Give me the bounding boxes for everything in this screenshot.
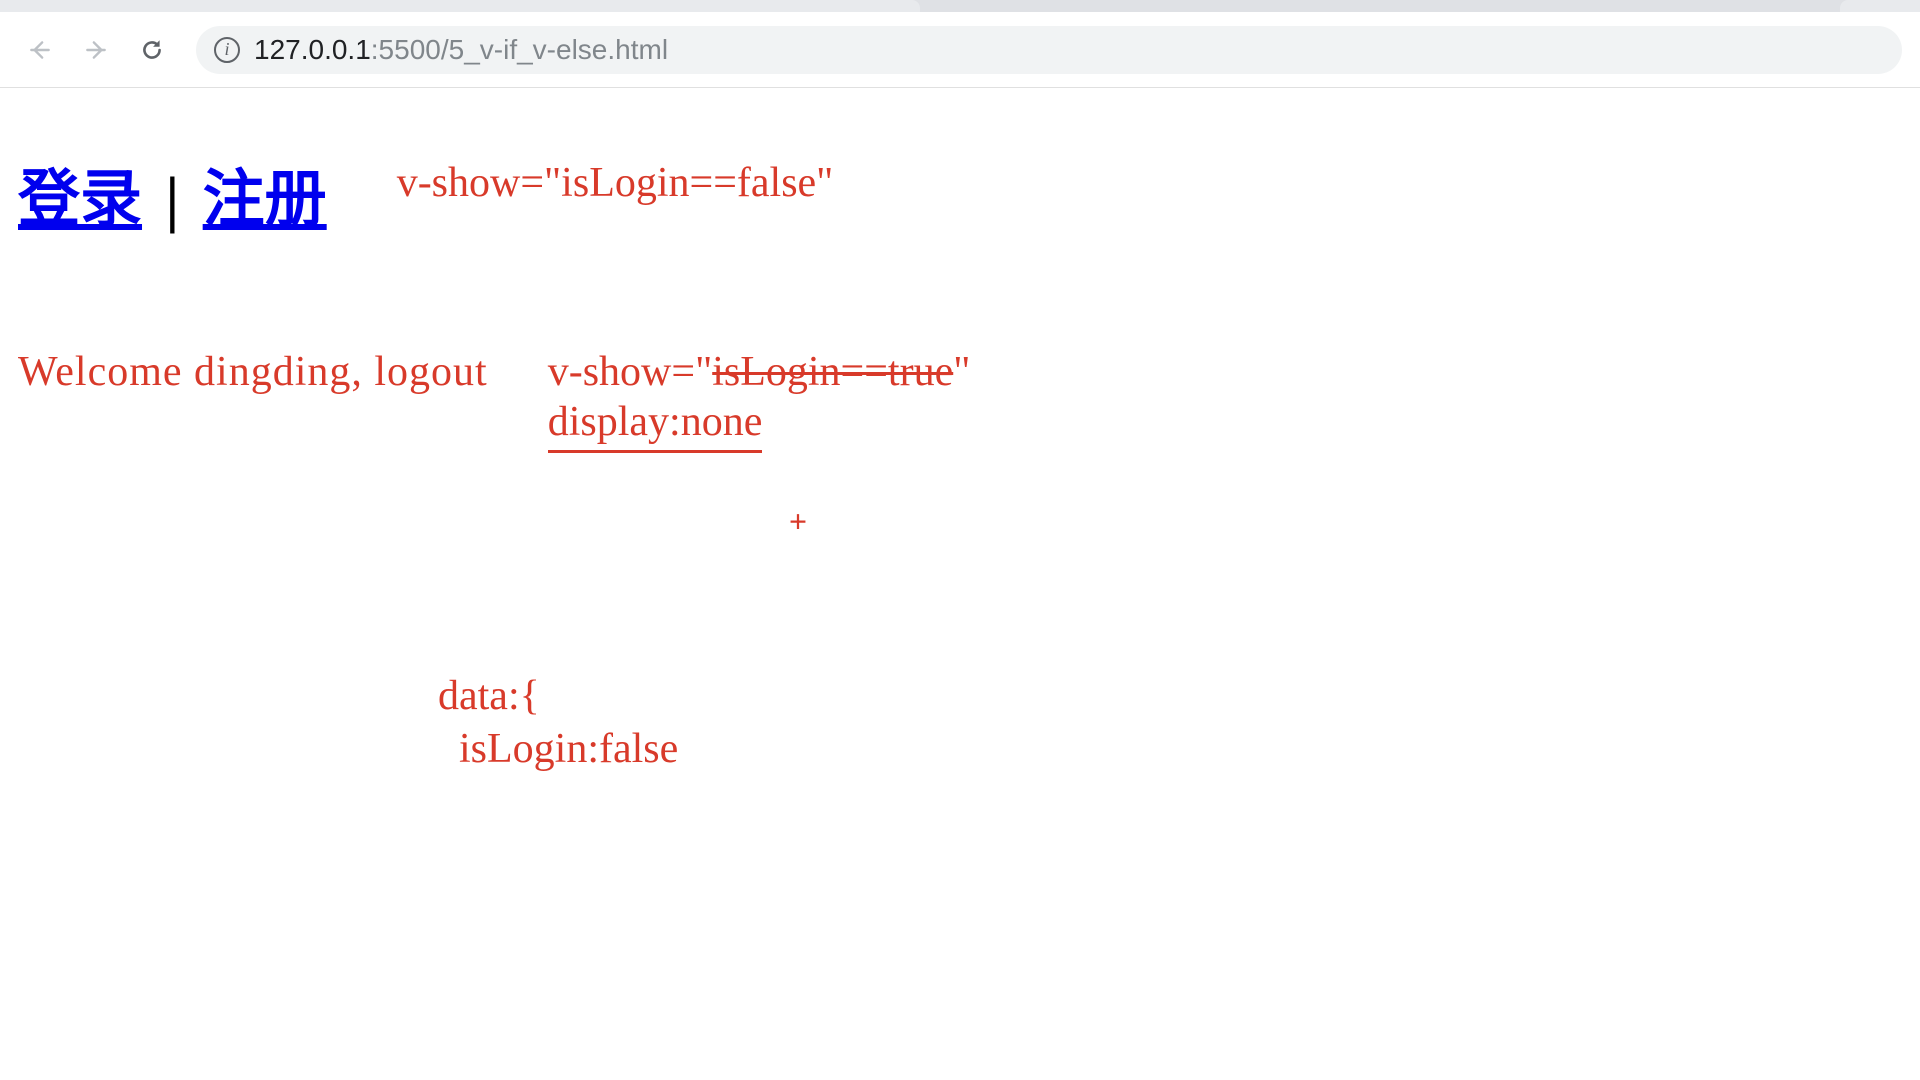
inactive-tab[interactable] — [1840, 0, 1920, 12]
page-content: 登录 | 注册 v-show="isLogin==false" Welcome … — [0, 88, 1920, 775]
back-button[interactable] — [18, 28, 62, 72]
auth-links: 登录 | 注册 — [18, 148, 327, 238]
reload-icon — [139, 37, 165, 63]
annotation-display-none: display:none — [548, 398, 763, 453]
plus-mark: + — [788, 503, 808, 540]
annotation-vshow-false: v-show="isLogin==false" — [397, 159, 834, 207]
auth-row: 登录 | 注册 v-show="isLogin==false" — [18, 148, 1902, 238]
tab-bar — [0, 0, 1920, 12]
browser-chrome: i 127.0.0.1:5500/5_v-if_v-else.html — [0, 0, 1920, 88]
annotation-block: v-show="isLogin==true" display:none — [548, 348, 971, 453]
annotation-vshow-true: v-show="isLogin==true" — [548, 348, 971, 396]
forward-button[interactable] — [74, 28, 118, 72]
vshow-strike: isLogin==true — [712, 349, 953, 395]
separator: | — [150, 166, 195, 234]
url-text: 127.0.0.1:5500/5_v-if_v-else.html — [254, 34, 668, 66]
welcome-row: Welcome dingding, logout v-show="isLogin… — [18, 348, 1902, 453]
arrow-left-icon — [27, 37, 53, 63]
arrow-right-icon — [83, 37, 109, 63]
data-block: data:{ isLogin:false — [438, 670, 1902, 775]
login-link[interactable]: 登录 — [18, 166, 142, 234]
site-info-icon[interactable]: i — [214, 37, 240, 63]
welcome-text: Welcome dingding, logout — [18, 348, 488, 396]
url-host: 127.0.0.1 — [254, 34, 371, 65]
address-bar[interactable]: i 127.0.0.1:5500/5_v-if_v-else.html — [196, 26, 1902, 74]
reload-button[interactable] — [130, 28, 174, 72]
vshow-prefix: v-show=" — [548, 349, 713, 395]
url-path: :5500/5_v-if_v-else.html — [371, 34, 668, 65]
active-tab[interactable] — [0, 0, 920, 12]
browser-toolbar: i 127.0.0.1:5500/5_v-if_v-else.html — [0, 12, 1920, 88]
register-link[interactable]: 注册 — [203, 166, 327, 234]
vshow-suffix: " — [953, 349, 970, 395]
